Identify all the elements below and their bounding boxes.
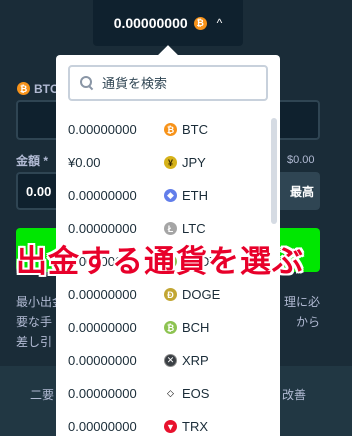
currency-option-eos[interactable]: 0.00000000 ◇ EOS xyxy=(56,377,270,410)
currency-balance: 0.00000000 xyxy=(68,287,137,302)
currency-balance: 0.00000000 xyxy=(68,188,137,203)
currency-code: JPY xyxy=(182,155,206,170)
bch-coin-icon: ₿ xyxy=(164,321,177,334)
btc-coin-icon: ₿ xyxy=(17,82,30,95)
currency-name: Ð DOGE xyxy=(164,287,220,302)
currency-code: BCH xyxy=(182,320,210,335)
note-line-2-right: から xyxy=(295,315,320,329)
currency-code: TRX xyxy=(182,419,208,434)
wallet-selector[interactable]: 0.00000000 ₿ ^ xyxy=(93,0,243,46)
chevron-up-icon: ^ xyxy=(216,16,223,30)
currency-name: ◆ ETH xyxy=(164,188,208,203)
currency-code: EOS xyxy=(182,386,210,401)
eos-coin-icon: ◇ xyxy=(164,387,177,400)
btc-coin-icon: ₿ xyxy=(193,16,207,30)
search-icon xyxy=(80,76,94,90)
currency-code: ETH xyxy=(182,188,208,203)
annotation-caption: 出金する通貨を選ぶ xyxy=(16,244,304,279)
currency-code: XRP xyxy=(182,353,209,368)
currency-code: DOGE xyxy=(182,287,221,302)
currency-search-input[interactable] xyxy=(102,75,252,91)
currency-option-xrp[interactable]: 0.00000000 ✕ XRP xyxy=(56,344,270,377)
currency-name: ¥ JPY xyxy=(164,155,206,170)
footer-right-text[interactable]: 改善 xyxy=(282,386,306,403)
footer-left-text: 二要 xyxy=(30,388,55,402)
currency-name: Ł LTC xyxy=(164,221,206,236)
doge-coin-icon: Ð xyxy=(164,288,177,301)
amount-value: 0.00 xyxy=(26,184,52,199)
currency-balance: ¥0.00 xyxy=(68,155,101,170)
note-line-2: 要な手 xyxy=(16,315,53,329)
currency-option-doge[interactable]: 0.00000000 Ð DOGE xyxy=(56,278,270,311)
currency-option-eth[interactable]: 0.00000000 ◆ ETH xyxy=(56,179,270,212)
note-line-1-right: 理に必 xyxy=(283,295,320,309)
jpy-coin-icon: ¥ xyxy=(164,156,177,169)
currency-code: LTC xyxy=(182,221,206,236)
wallet-balance: 0.00000000 xyxy=(113,15,188,31)
currency-option-jpy[interactable]: ¥0.00 ¥ JPY xyxy=(56,146,270,179)
trx-coin-icon: ▼ xyxy=(164,420,177,433)
btc-coin-icon: ₿ xyxy=(164,123,177,136)
currency-balance: 0.00000000 xyxy=(68,419,137,434)
dropdown-scrollbar[interactable] xyxy=(271,118,277,224)
xrp-coin-icon: ✕ xyxy=(164,354,177,367)
currency-code: BTC xyxy=(182,122,208,137)
amount-label: 金額 * xyxy=(16,154,49,168)
currency-option-btc[interactable]: 0.00000000 ₿ BTC xyxy=(56,113,270,146)
currency-balance: 0.00000000 xyxy=(68,221,137,236)
currency-label: BTC xyxy=(34,82,59,96)
currency-option-trx[interactable]: 0.00000000 ▼ TRX xyxy=(56,410,270,436)
currency-name: ◇ EOS xyxy=(164,386,209,401)
currency-balance: 0.00000000 xyxy=(68,353,137,368)
currency-name: ✕ XRP xyxy=(164,353,209,368)
currency-balance: 0.00000000 xyxy=(68,386,137,401)
currency-name: ▼ TRX xyxy=(164,419,208,434)
currency-name: ₿ BCH xyxy=(164,320,209,335)
currency-balance: 0.00000000 xyxy=(68,320,137,335)
currency-option-bch[interactable]: 0.00000000 ₿ BCH xyxy=(56,311,270,344)
currency-search[interactable] xyxy=(68,65,268,101)
note-line-3: 差し引 xyxy=(16,335,53,349)
currency-balance: 0.00000000 xyxy=(68,122,137,137)
ltc-coin-icon: Ł xyxy=(164,222,177,235)
currency-name: ₿ BTC xyxy=(164,122,208,137)
eth-coin-icon: ◆ xyxy=(164,189,177,202)
fiat-value: $0.00 xyxy=(287,154,315,166)
